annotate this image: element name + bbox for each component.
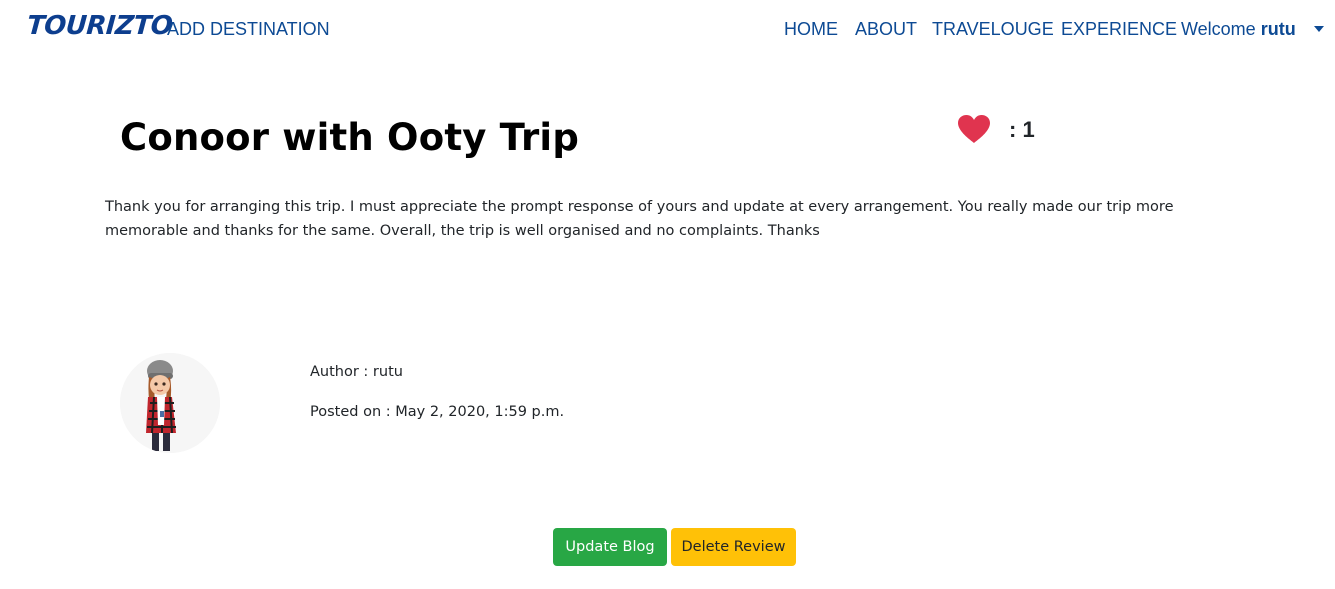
top-navbar: TOURIZTO ADD DESTINATION HOME ABOUT TRAV… (0, 0, 1335, 58)
like-count: : 1 (1009, 117, 1035, 142)
update-blog-button[interactable]: Update Blog (553, 528, 667, 566)
nav-experience[interactable]: EXPERIENCE (1061, 19, 1177, 40)
author-avatar (120, 353, 220, 453)
posted-on-label: Posted on : May 2, 2020, 1:59 p.m. (310, 404, 565, 420)
post-body: Thank you for arranging this trip. I mus… (105, 199, 1174, 239)
nav-home[interactable]: HOME (784, 19, 838, 40)
delete-review-button[interactable]: Delete Review (671, 528, 796, 566)
heart-icon[interactable] (957, 114, 991, 144)
user-menu-toggle[interactable]: Welcome rutu (1181, 19, 1296, 40)
nav-about[interactable]: ABOUT (855, 19, 917, 40)
post-title: Conoor with Ooty Trip (120, 116, 580, 159)
username-label: rutu (1260, 19, 1296, 39)
nav-travelouge[interactable]: TRAVELOUGE (932, 19, 1054, 40)
brand-logo[interactable]: TOURIZTO (26, 11, 173, 41)
author-label: Author : rutu (310, 364, 403, 380)
welcome-label: Welcome (1181, 19, 1261, 39)
nav-add-destination[interactable]: ADD DESTINATION (167, 19, 330, 40)
caret-down-icon[interactable] (1314, 26, 1324, 32)
